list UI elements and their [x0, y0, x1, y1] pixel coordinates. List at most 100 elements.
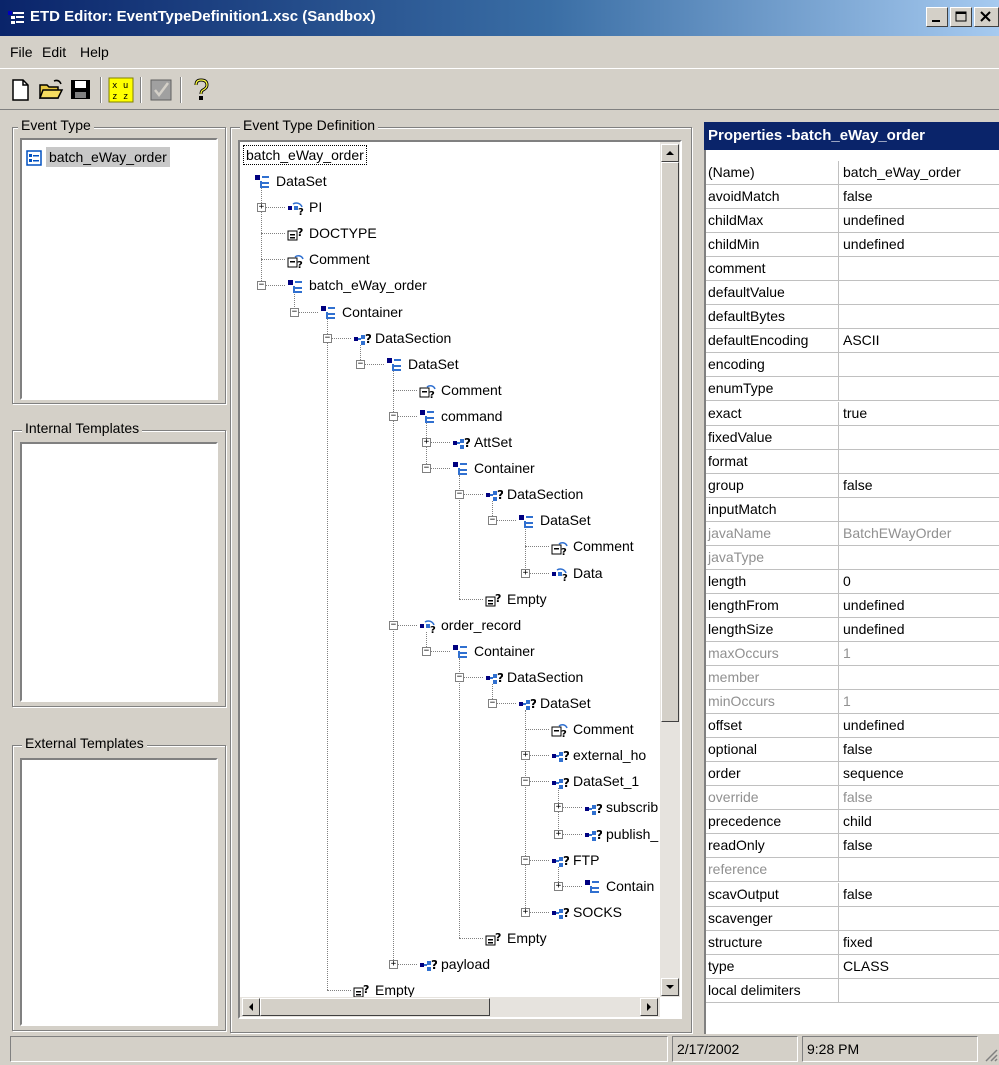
tree-node[interactable]: ? subscrib — [584, 796, 658, 818]
property-row[interactable]: offset undefined — [706, 714, 999, 739]
tree-node[interactable]: DataSet — [254, 170, 327, 192]
tree-node[interactable]: ? DataSection — [353, 327, 451, 349]
property-row[interactable]: lengthFrom undefined — [706, 593, 999, 618]
property-row[interactable]: encoding — [706, 353, 999, 378]
tree-node[interactable]: ? payload — [419, 953, 490, 975]
property-row[interactable]: length 0 — [706, 569, 999, 594]
list-item[interactable]: batch_eWay_order — [26, 146, 170, 168]
tree-node[interactable]: ? Comment — [419, 379, 502, 401]
property-value[interactable]: undefined — [843, 618, 999, 641]
menu-file[interactable]: File — [10, 44, 33, 60]
property-value[interactable]: BatchEWayOrder — [843, 522, 999, 545]
title-bar[interactable]: ETD Editor: EventTypeDefinition1.xsc (Sa… — [0, 0, 999, 36]
property-row[interactable]: group false — [706, 473, 999, 498]
property-value[interactable]: 0 — [843, 570, 999, 593]
property-row[interactable]: inputMatch — [706, 497, 999, 522]
property-value[interactable]: false — [843, 185, 999, 208]
expand-icon[interactable]: + — [521, 907, 530, 917]
tree-node[interactable]: ? Comment — [287, 248, 370, 270]
property-row[interactable]: defaultBytes — [706, 305, 999, 330]
tree-node[interactable]: Container — [452, 640, 535, 662]
tree-node[interactable]: ? Comment — [551, 535, 634, 557]
property-row[interactable]: javaType — [706, 545, 999, 570]
tree-node[interactable]: ? DataSection — [485, 666, 583, 688]
expand-icon[interactable]: + — [554, 829, 563, 839]
tree-node[interactable]: ? AttSet — [452, 431, 512, 453]
property-row[interactable]: order sequence — [706, 762, 999, 787]
property-value[interactable]: false — [843, 786, 999, 809]
property-row[interactable]: scavenger — [706, 906, 999, 931]
expand-icon[interactable]: + — [422, 438, 431, 447]
collapse-icon[interactable]: − — [389, 620, 398, 630]
property-value[interactable]: CLASS — [843, 955, 999, 978]
property-row[interactable]: scavOutput false — [706, 882, 999, 907]
collapse-icon[interactable]: − — [323, 333, 332, 343]
tree-node[interactable]: ? DataSection — [485, 483, 583, 505]
collapse-icon[interactable]: − — [290, 307, 299, 317]
vertical-scroll-thumb[interactable] — [661, 162, 679, 722]
expand-icon[interactable]: + — [521, 751, 530, 761]
tree-node[interactable]: batch_eWay_order — [287, 274, 427, 296]
property-row[interactable]: javaName BatchEWayOrder — [706, 521, 999, 546]
property-row[interactable]: precedence child — [706, 810, 999, 835]
tree-node[interactable]: Container — [452, 457, 535, 479]
horizontal-scroll-thumb[interactable] — [260, 998, 490, 1016]
collapse-icon[interactable]: − — [389, 411, 398, 421]
tree-node[interactable]: DataSet — [518, 509, 591, 531]
external-templates-list[interactable] — [20, 758, 218, 1026]
property-row[interactable]: local delimiters — [706, 978, 999, 1003]
property-value[interactable]: 1 — [843, 642, 999, 665]
collapse-icon[interactable]: − — [521, 855, 530, 865]
tree-root[interactable]: batch_eWay_order — [243, 144, 367, 166]
expand-icon[interactable]: + — [257, 203, 266, 213]
property-row[interactable]: lengthSize undefined — [706, 617, 999, 642]
property-value[interactable]: false — [843, 474, 999, 497]
tree-view[interactable]: batch_eWay_order DataSet +? PI? DOCTYPE? Com… — [238, 140, 682, 1019]
property-row[interactable]: (Name) batch_eWay_order — [706, 161, 999, 185]
property-row[interactable]: childMax undefined — [706, 209, 999, 234]
property-value[interactable]: sequence — [843, 762, 999, 785]
save-icon[interactable] — [68, 77, 94, 103]
property-value[interactable]: false — [843, 738, 999, 761]
expand-icon[interactable]: + — [389, 960, 398, 969]
property-row[interactable]: override false — [706, 786, 999, 811]
tree-node[interactable]: ? Comment — [551, 718, 634, 740]
expand-icon[interactable]: + — [554, 803, 563, 813]
property-row[interactable]: type CLASS — [706, 954, 999, 979]
expand-icon[interactable]: + — [521, 568, 530, 578]
property-row[interactable]: avoidMatch false — [706, 185, 999, 210]
property-value[interactable]: undefined — [843, 714, 999, 737]
menu-help[interactable]: Help — [80, 44, 109, 60]
tree-node[interactable]: ? DataSet — [518, 692, 591, 714]
collapse-icon[interactable]: − — [257, 281, 266, 291]
collapse-icon[interactable]: − — [356, 359, 365, 369]
collapse-icon[interactable]: − — [455, 490, 464, 500]
tree-node[interactable]: ? DataSet_1 — [551, 770, 639, 792]
menu-edit[interactable]: Edit — [42, 44, 66, 60]
maximize-button[interactable] — [950, 7, 972, 27]
minimize-button[interactable] — [926, 7, 948, 27]
property-row[interactable]: defaultEncoding ASCII — [706, 329, 999, 354]
property-row[interactable]: childMin undefined — [706, 233, 999, 258]
property-value[interactable]: child — [843, 810, 999, 833]
property-row[interactable]: defaultValue — [706, 281, 999, 306]
resize-grip-icon[interactable] — [982, 1046, 998, 1062]
collapse-icon[interactable]: − — [521, 777, 530, 787]
new-icon[interactable] — [8, 77, 34, 103]
scroll-right-button[interactable] — [640, 998, 658, 1016]
collapse-icon[interactable]: − — [455, 672, 464, 682]
tree-node[interactable]: Contain — [584, 875, 654, 897]
property-value[interactable]: undefined — [843, 209, 999, 232]
tree-node[interactable]: ? PI — [287, 196, 322, 218]
tree-node[interactable]: ? Data — [551, 562, 603, 584]
property-value[interactable]: undefined — [843, 594, 999, 617]
open-icon[interactable] — [38, 77, 64, 103]
event-type-list[interactable]: batch_eWay_order — [20, 138, 218, 400]
property-value[interactable]: false — [843, 883, 999, 906]
tree-node[interactable]: ? order_record — [419, 614, 521, 636]
property-value[interactable]: batch_eWay_order — [843, 161, 999, 184]
scroll-left-button[interactable] — [242, 998, 260, 1016]
tree-node[interactable]: command — [419, 405, 502, 427]
tree-node[interactable]: Container — [320, 301, 403, 323]
property-row[interactable]: reference — [706, 858, 999, 883]
